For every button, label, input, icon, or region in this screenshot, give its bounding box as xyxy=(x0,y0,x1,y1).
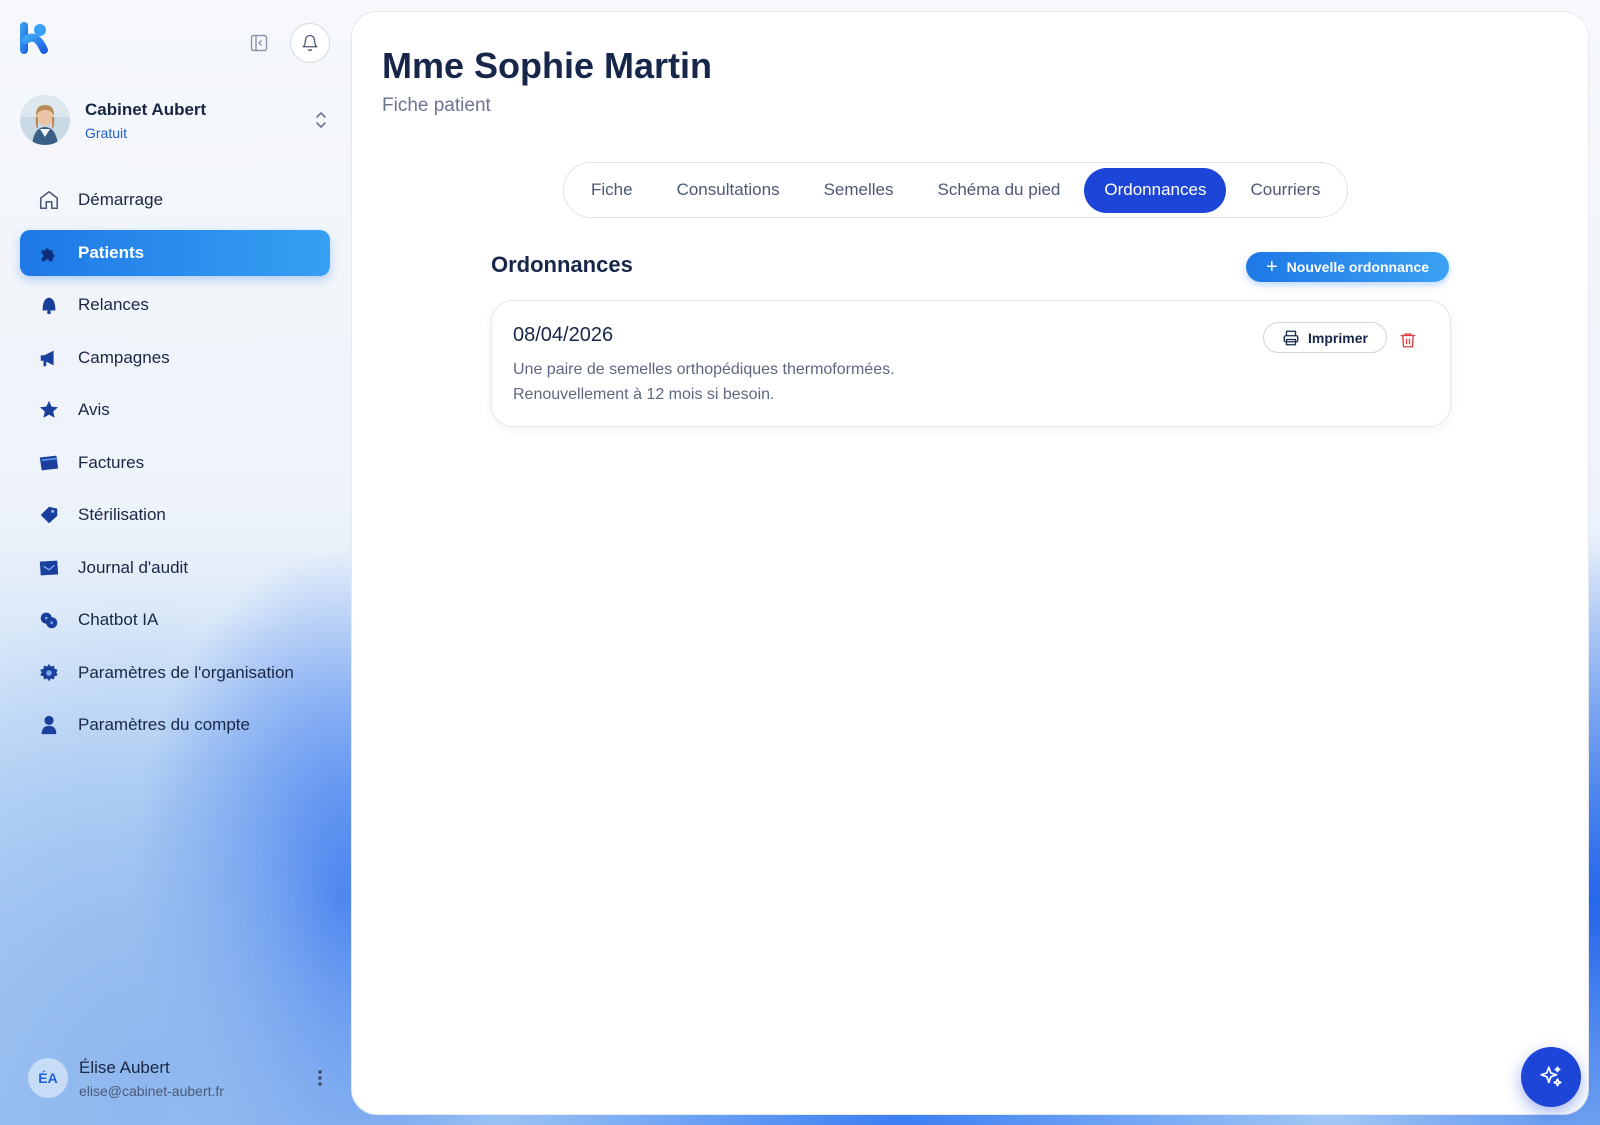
page-subtitle: Fiche patient xyxy=(382,95,491,116)
sidebar-item-avis[interactable]: Avis xyxy=(20,387,330,433)
user-menu-button[interactable] xyxy=(310,1063,330,1093)
delete-button[interactable] xyxy=(1398,329,1418,351)
organization-plan: Gratuit xyxy=(85,124,128,141)
tab-ordonnances[interactable]: Ordonnances xyxy=(1084,167,1227,213)
sidebar-item-label: Avis xyxy=(78,400,110,419)
new-prescription-label: Nouvelle ordonnance xyxy=(1286,259,1430,275)
patient-tabs: Fiche Consultations Semelles Schéma du p… xyxy=(563,162,1349,218)
invoice-icon xyxy=(38,452,60,474)
prescription-card: 08/04/2026 Une paire de semelles orthopé… xyxy=(491,300,1451,427)
organization-avatar xyxy=(20,95,70,145)
tab-semelles[interactable]: Semelles xyxy=(804,168,914,213)
sidebar-item-sterilisation[interactable]: Stérilisation xyxy=(20,492,330,538)
user-avatar: ÉA xyxy=(28,1058,68,1098)
tab-fiche[interactable]: Fiche xyxy=(571,168,653,213)
sidebar-item-org-settings[interactable]: Paramètres de l'organisation xyxy=(20,650,330,696)
sidebar-item-label: Démarrage xyxy=(78,190,164,209)
bell-filled-icon xyxy=(38,294,60,316)
sidebar-item-label: Patients xyxy=(78,242,145,262)
sidebar-item-patients[interactable]: Patients xyxy=(20,229,330,276)
sidebar-item-label: Chatbot IA xyxy=(78,610,159,629)
tab-schema-du-pied[interactable]: Schéma du pied xyxy=(918,168,1081,213)
sidebar-collapse-icon xyxy=(250,34,268,52)
user-name: Élise Aubert xyxy=(79,1057,170,1077)
prescription-line: Renouvellement à 12 mois si besoin. xyxy=(513,386,775,403)
plus-icon: + xyxy=(1265,256,1278,278)
sidebar-item-label: Journal d'audit xyxy=(78,557,189,577)
main-panel: Mme Sophie Martin Fiche patient Fiche Co… xyxy=(351,11,1589,1115)
section-title: Ordonnances xyxy=(491,252,633,277)
sidebar-item-label: Stérilisation xyxy=(78,505,166,524)
puzzle-icon xyxy=(38,242,60,264)
sidebar-item-demarrage[interactable]: Démarrage xyxy=(20,177,330,223)
sidebar-item-journal[interactable]: Journal d'audit xyxy=(20,545,330,591)
print-button[interactable]: Imprimer xyxy=(1263,322,1387,353)
tag-icon xyxy=(38,504,60,526)
chevron-updown-icon xyxy=(311,108,331,132)
sidebar-item-account-settings[interactable]: Paramètres du compte xyxy=(20,702,330,748)
sidebar-item-label: Factures xyxy=(78,452,145,472)
tab-consultations[interactable]: Consultations xyxy=(657,168,800,213)
new-prescription-button[interactable]: + Nouvelle ordonnance xyxy=(1246,252,1449,282)
bell-icon xyxy=(302,34,318,52)
organization-name: Cabinet Aubert xyxy=(85,99,207,119)
sidebar-nav: Démarrage Patients Relances Campagnes Av… xyxy=(20,190,330,755)
printer-icon xyxy=(1282,329,1300,347)
ai-assistant-button[interactable] xyxy=(1521,1047,1581,1107)
home-icon xyxy=(38,189,60,211)
sidebar: Cabinet Aubert Gratuit Démarrage Patient… xyxy=(0,0,350,1125)
user-profile[interactable]: ÉA Élise Aubert elise@cabinet-aubert.fr xyxy=(28,1053,330,1103)
gear-icon xyxy=(38,662,60,684)
user-email: elise@cabinet-aubert.fr xyxy=(79,1082,224,1099)
chatbot-icon xyxy=(38,609,60,631)
journal-icon xyxy=(38,557,60,579)
notifications-button[interactable] xyxy=(290,23,330,63)
page-title: Mme Sophie Martin xyxy=(382,45,713,86)
user-icon xyxy=(38,714,60,736)
sidebar-item-factures[interactable]: Factures xyxy=(20,440,330,486)
star-icon xyxy=(38,399,60,421)
sidebar-item-label: Paramètres de l'organisation xyxy=(78,662,294,682)
trash-icon xyxy=(1400,333,1416,348)
collapse-sidebar-button[interactable] xyxy=(249,33,269,53)
app-logo[interactable] xyxy=(18,20,48,56)
sidebar-item-relances[interactable]: Relances xyxy=(20,282,330,328)
more-vertical-icon xyxy=(318,1070,322,1086)
prescription-date: 08/04/2026 xyxy=(513,324,614,346)
megaphone-icon xyxy=(38,347,60,369)
prescription-content: Une paire de semelles orthopédiques ther… xyxy=(513,357,895,407)
organization-switcher[interactable]: Cabinet Aubert Gratuit xyxy=(20,94,335,146)
sidebar-item-campagnes[interactable]: Campagnes xyxy=(20,335,330,381)
prescription-line: Une paire de semelles orthopédiques ther… xyxy=(513,361,895,378)
sidebar-item-label: Paramètres du compte xyxy=(78,715,250,734)
print-label: Imprimer xyxy=(1308,329,1368,346)
tab-courriers[interactable]: Courriers xyxy=(1230,168,1340,213)
sidebar-item-label: Relances xyxy=(78,295,149,314)
sidebar-item-chatbot[interactable]: Chatbot IA xyxy=(20,597,330,643)
sidebar-item-label: Campagnes xyxy=(78,347,170,367)
sparkles-icon xyxy=(1540,1066,1562,1087)
